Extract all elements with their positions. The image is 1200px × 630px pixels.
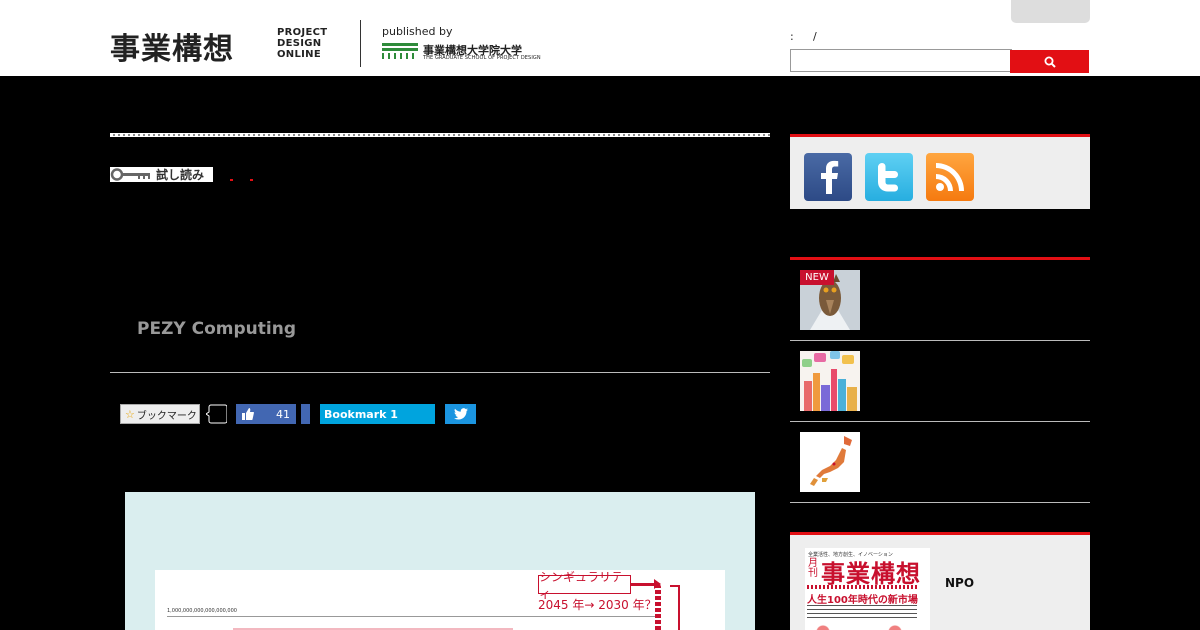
- list-divider: [790, 340, 1090, 341]
- list-divider: [790, 421, 1090, 422]
- magazine-month-label: 月刊: [808, 558, 818, 579]
- graduate-school-logo-icon[interactable]: [382, 43, 418, 59]
- trial-read-label: 試し読み: [156, 168, 205, 182]
- magazine-cover[interactable]: 全業活性、地方創生、イノベーション 月刊 事業構想 人生100年時代の新市場: [805, 548, 930, 630]
- figure-axis-label: 1,000,000,000,000,000,000: [167, 608, 237, 614]
- japan-map-image: [800, 432, 860, 492]
- magazine-graphic: [815, 624, 915, 630]
- facebook-icon[interactable]: [804, 153, 852, 201]
- logo-en-line: PROJECT: [277, 27, 328, 38]
- city-illustration-image: [800, 351, 860, 411]
- bookmark-label: ブックマーク: [136, 410, 197, 422]
- site-logo-jp[interactable]: 事業構想: [110, 24, 234, 68]
- hatena-bookmark-button[interactable]: Bookmark 1: [320, 404, 435, 424]
- search-input[interactable]: [790, 49, 1012, 72]
- bookmark-button[interactable]: ☆ ブックマーク: [120, 404, 200, 424]
- facebook-share-button[interactable]: [301, 404, 310, 424]
- site-logo-en[interactable]: PROJECT DESIGN ONLINE: [277, 27, 327, 60]
- trial-read-badge[interactable]: 試し読み: [110, 167, 213, 182]
- article-thumbnail[interactable]: [800, 432, 860, 492]
- published-by-label: published by: [382, 25, 453, 38]
- magazine-text-lines: [807, 605, 917, 619]
- category-markers: [230, 179, 270, 181]
- search-icon: [1044, 56, 1056, 68]
- list-divider: [790, 502, 1090, 503]
- graduate-school-name-en: THE GRADUATE SCHOOL OF PROJECT DESIGN: [423, 55, 541, 61]
- singularity-years: 2045 年→ 2030 年？: [538, 598, 657, 612]
- thumbs-up-icon: [242, 408, 254, 420]
- site-header: 事業構想 PROJECT DESIGN ONLINE published by …: [0, 0, 1200, 76]
- search-button[interactable]: [1010, 50, 1089, 73]
- rss-icon[interactable]: [926, 153, 974, 201]
- hatena-label: Bookmark 1: [324, 407, 398, 421]
- article-figure: 1,000,000,000,000,000,000 シンギュラリティ 2045 …: [125, 492, 755, 630]
- figure-dotted-marker: [655, 584, 661, 630]
- article-thumbnail[interactable]: [800, 351, 860, 411]
- figure-bracket: [670, 585, 680, 630]
- magazine-promo[interactable]: 全業活性、地方創生、イノベーション 月刊 事業構想 人生100年時代の新市場: [790, 532, 1090, 630]
- date-display: : /: [790, 30, 817, 43]
- article-title: PEZY Computing: [137, 319, 296, 339]
- magazine-side-label[interactable]: NPO: [945, 576, 974, 590]
- singularity-label: シンギュラリティ: [538, 570, 631, 601]
- magazine-title: 事業構想: [821, 560, 921, 588]
- facebook-like-button[interactable]: 41: [236, 404, 296, 424]
- logo-en-line: DESIGN: [277, 38, 322, 49]
- figure-chart-area: 1,000,000,000,000,000,000 シンギュラリティ 2045 …: [155, 570, 725, 630]
- header-top-tab[interactable]: [1011, 0, 1090, 23]
- like-count: 41: [276, 407, 290, 421]
- logo-en-line: ONLINE: [277, 49, 321, 60]
- twitter-share-button[interactable]: [445, 404, 476, 424]
- magazine-decoration: [807, 585, 917, 589]
- arrow-right-icon: [631, 579, 661, 589]
- twitter-icon[interactable]: [865, 153, 913, 201]
- date-slash: /: [813, 30, 817, 43]
- section-divider: [110, 133, 770, 137]
- magazine-headline: 人生100年時代の新市場: [807, 595, 918, 606]
- date-separator: :: [790, 30, 794, 43]
- bookmark-count-bubble[interactable]: [206, 404, 227, 424]
- social-links-box: [790, 134, 1090, 209]
- figure-gridline: [167, 616, 657, 617]
- sidebar-section-rule: [790, 257, 1090, 260]
- logo-divider: [360, 20, 361, 67]
- star-icon: ☆: [125, 407, 135, 421]
- new-badge: NEW: [800, 270, 834, 285]
- key-icon: [110, 168, 150, 181]
- twitter-bird-icon: [453, 408, 468, 420]
- title-divider: [110, 372, 770, 373]
